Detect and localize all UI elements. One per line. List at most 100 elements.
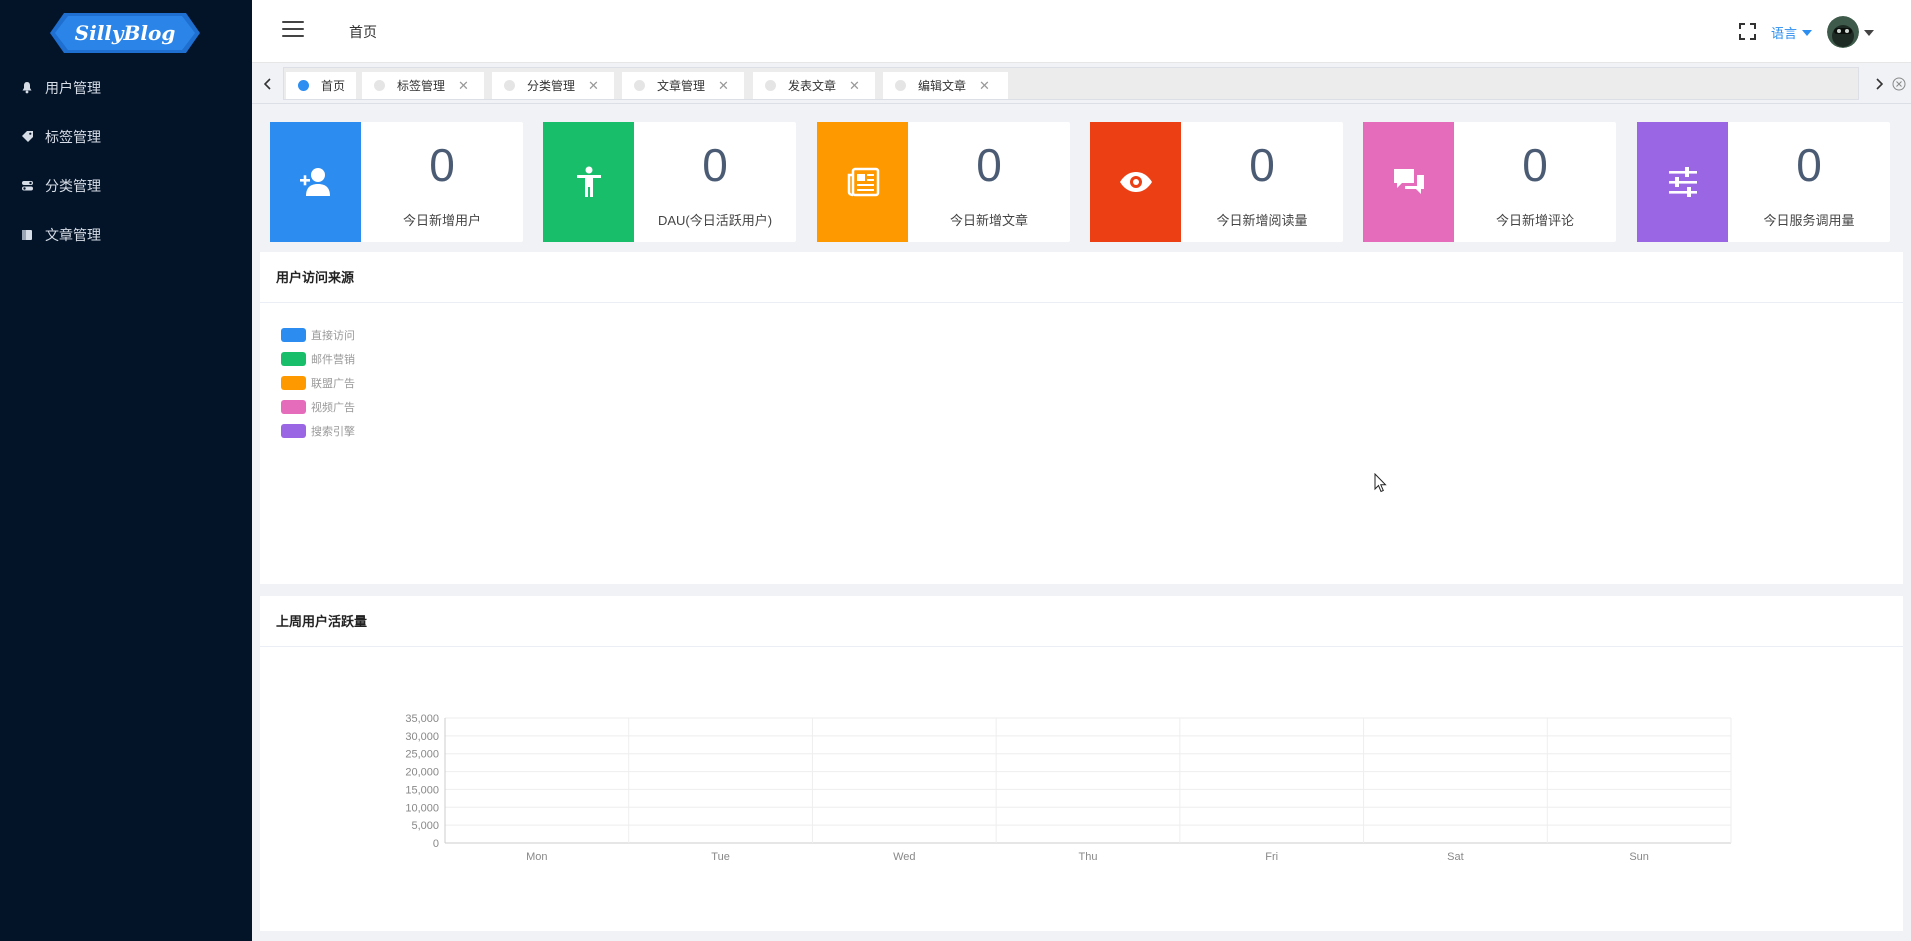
- legend-item[interactable]: 搜索引擎: [281, 419, 355, 443]
- legend-label: 直接访问: [311, 330, 355, 342]
- stat-value: 0: [1522, 139, 1548, 191]
- avatar[interactable]: [1827, 16, 1859, 48]
- stat-value: 0: [1796, 139, 1822, 191]
- tab-status-dot: [634, 80, 645, 91]
- stat-card-new-reads: 0 今日新增阅读量: [1090, 122, 1343, 242]
- panel-title: 用户访问来源: [260, 252, 1903, 303]
- stat-card-service-calls: 0 今日服务调用量: [1637, 122, 1890, 242]
- close-icon[interactable]: ✕: [718, 78, 729, 94]
- legend-swatch: [281, 376, 306, 390]
- close-icon[interactable]: ✕: [979, 78, 990, 94]
- bar-chart: 0 5,000 10,000 15,000 20,000 25,000 30,000 35,0…: [405, 713, 1732, 863]
- stat-card-new-comments: 0 今日新增评论: [1363, 122, 1616, 242]
- legend-item[interactable]: 视频广告: [281, 395, 355, 419]
- main-content: 0 今日新增用户 0 DAU(今日活跃用户) 0 今日新增文章 0 今日新增阅读…: [252, 104, 1911, 941]
- category-icon: [20, 179, 34, 193]
- article-icon: [20, 228, 34, 242]
- legend-item[interactable]: 联盟广告: [281, 371, 355, 395]
- stat-label: 今日新增评论: [1495, 213, 1574, 228]
- tab-home[interactable]: 首页: [286, 72, 356, 99]
- tab-status-dot: [765, 80, 776, 91]
- fullscreen-icon[interactable]: [1739, 23, 1756, 40]
- tab-status-dot: [895, 80, 906, 91]
- legend-label: 邮件营销: [311, 354, 355, 366]
- weekly-active-chart: 0 5,000 10,000 15,000 20,000 25,000 30,000 35,0…: [260, 647, 1903, 928]
- menu-toggle-icon[interactable]: [282, 21, 304, 39]
- stat-value: 0: [429, 139, 455, 191]
- legend-swatch: [281, 400, 306, 414]
- tab-label: 编辑文章: [918, 79, 967, 93]
- legend-item[interactable]: 直接访问: [281, 323, 355, 347]
- chart-legend: 直接访问 邮件营销 联盟广告 视频广告 搜索引擎: [281, 323, 355, 443]
- y-tick-label: 5,000: [411, 820, 439, 832]
- chevron-down-icon: [1802, 29, 1813, 36]
- close-icon[interactable]: ✕: [849, 78, 860, 94]
- tab-label: 标签管理: [397, 79, 446, 93]
- y-tick-label: 25,000: [405, 749, 439, 761]
- language-dropdown[interactable]: 语言: [1771, 23, 1813, 42]
- chat-icon: [1363, 122, 1454, 242]
- newspaper-icon: [817, 122, 908, 242]
- y-tick-label: 15,000: [405, 784, 439, 796]
- stat-value: 0: [702, 139, 728, 191]
- x-tick-label: Mon: [526, 851, 547, 863]
- sidebar-menu: 用户管理 标签管理 分类管理 文章管理: [0, 63, 252, 259]
- y-tick-label: 35,000: [405, 713, 439, 725]
- user-icon: [20, 81, 34, 95]
- accessibility-icon: [543, 122, 634, 242]
- logo[interactable]: SillyBlog: [50, 13, 200, 53]
- tab-articles[interactable]: 文章管理 ✕: [622, 72, 744, 99]
- sidebar-item-users[interactable]: 用户管理: [0, 63, 252, 112]
- tab-status-dot: [298, 80, 309, 91]
- stat-label: 今日新增文章: [949, 213, 1028, 228]
- add-user-icon: [270, 122, 361, 242]
- tab-edit-article[interactable]: 编辑文章 ✕: [883, 72, 1008, 99]
- x-tick-label: Fri: [1265, 851, 1278, 863]
- sidebar-item-label: 文章管理: [45, 226, 101, 243]
- sidebar-item-tags[interactable]: 标签管理: [0, 112, 252, 161]
- tabs-scroll-left-icon[interactable]: [256, 67, 280, 100]
- stat-label: 今日服务调用量: [1763, 213, 1855, 228]
- tabs-container: 首页 标签管理 ✕ 分类管理 ✕ 文章管理 ✕ 发表文章 ✕ 编辑文章 ✕: [283, 67, 1859, 100]
- stat-label: DAU(今日活跃用户): [657, 213, 773, 228]
- close-icon[interactable]: ✕: [458, 78, 469, 94]
- sidebar: SillyBlog 用户管理 标签管理 分类管理 文章管理: [0, 0, 252, 941]
- sidebar-item-label: 分类管理: [45, 177, 101, 194]
- legend-label: 搜索引擎: [311, 426, 355, 438]
- sidebar-item-label: 标签管理: [45, 128, 101, 145]
- sidebar-item-articles[interactable]: 文章管理: [0, 210, 252, 259]
- panel-title: 上周用户活跃量: [260, 596, 1903, 647]
- y-tick-label: 30,000: [405, 731, 439, 743]
- close-icon[interactable]: ✕: [588, 78, 599, 94]
- top-header: 首页 语言: [252, 0, 1911, 63]
- tab-publish-article[interactable]: 发表文章 ✕: [753, 72, 875, 99]
- tab-categories[interactable]: 分类管理 ✕: [492, 72, 614, 99]
- x-tick-label: Tue: [711, 851, 730, 863]
- language-label: 语言: [1771, 26, 1798, 41]
- legend-label: 视频广告: [311, 402, 355, 414]
- tab-status-dot: [504, 80, 515, 91]
- sidebar-item-categories[interactable]: 分类管理: [0, 161, 252, 210]
- legend-swatch: [281, 352, 306, 366]
- stat-label: 今日新增阅读量: [1216, 213, 1308, 228]
- close-all-tabs-icon[interactable]: [1887, 67, 1911, 100]
- avatar-dropdown-icon[interactable]: [1864, 30, 1874, 36]
- weekly-active-panel: 上周用户活跃量 0 5,000 10,000 15,000 20,000 25,000 30…: [260, 596, 1903, 931]
- tab-label: 首页: [321, 79, 346, 93]
- tabs-bar: 首页 标签管理 ✕ 分类管理 ✕ 文章管理 ✕ 发表文章 ✕ 编辑文章 ✕: [252, 63, 1911, 104]
- x-tick-label: Sun: [1629, 851, 1649, 863]
- stat-label: 今日新增用户: [402, 213, 481, 228]
- legend-label: 联盟广告: [311, 378, 355, 390]
- logo-text: SillyBlog: [74, 21, 176, 45]
- tag-icon: [20, 130, 34, 144]
- stat-value: 0: [1249, 139, 1275, 191]
- legend-item[interactable]: 邮件营销: [281, 347, 355, 371]
- tab-label: 文章管理: [657, 79, 706, 93]
- visit-source-panel: 用户访问来源 直接访问 邮件营销 联盟广告 视频广告 搜索引擎: [260, 252, 1903, 584]
- legend-swatch: [281, 328, 306, 342]
- stat-card-dau: 0 DAU(今日活跃用户): [543, 122, 796, 242]
- tab-tags[interactable]: 标签管理 ✕: [362, 72, 484, 99]
- mouse-cursor-icon: [1374, 472, 1387, 493]
- breadcrumb[interactable]: 首页: [349, 22, 377, 42]
- tab-label: 发表文章: [788, 79, 837, 93]
